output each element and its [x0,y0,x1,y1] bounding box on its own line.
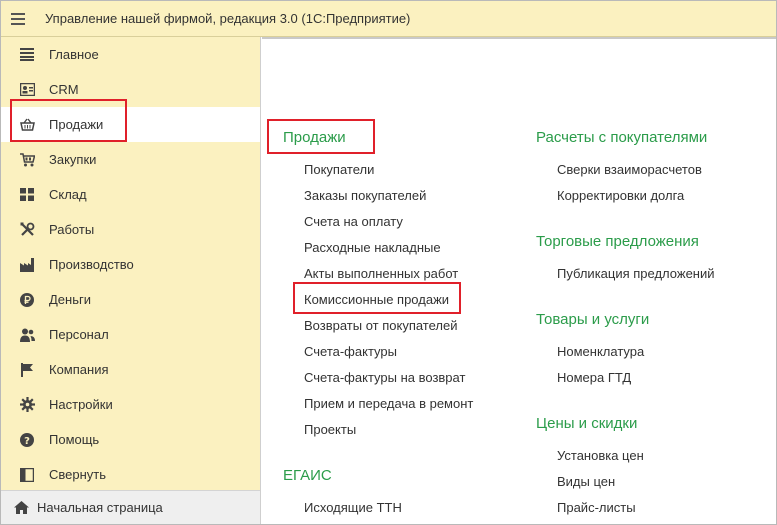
contact-card-icon [19,82,35,98]
sidebar-item-personnel[interactable]: Персонал [1,317,260,352]
section-title-settlements: Расчеты с покупателями [536,129,708,146]
link-gtd-numbers[interactable]: Номера ГТД [557,370,631,385]
cart-icon [19,152,35,168]
sidebar-item-label: CRM [49,82,79,97]
sidebar-item-label: Склад [49,187,87,202]
home-page-button[interactable]: Начальная страница [1,490,260,524]
sidebar-item-label: Закупки [49,152,97,167]
gear-icon [19,397,35,413]
sidebar-item-company[interactable]: Компания [1,352,260,387]
sidebar-item-collapse[interactable]: Свернуть [1,457,260,492]
title-bar: Управление нашей фирмой, редакция 3.0 (1… [1,1,776,37]
link-return-tax-invoices[interactable]: Счета-фактуры на возврат [304,370,465,385]
collapse-icon [19,467,35,483]
link-customers[interactable]: Покупатели [304,162,374,177]
link-price-lists[interactable]: Прайс-листы [557,500,636,515]
link-price-types[interactable]: Виды цен [557,474,615,489]
sidebar-item-label: Работы [49,222,95,237]
sidebar-item-production[interactable]: Производство [1,247,260,282]
sidebar-item-label: Продажи [49,117,104,132]
warehouse-grid-icon [19,187,35,203]
sidebar: Главное CRM Продажи Закупки Склад Работы [1,37,260,490]
window-title: Управление нашей фирмой, редакция 3.0 (1… [45,11,411,26]
section-title-egais: ЕГАИС [283,467,332,484]
main-top-divider [262,37,776,39]
section-title-goods: Товары и услуги [536,311,650,328]
link-outgoing-ttn[interactable]: Исходящие ТТН [304,500,402,515]
sidebar-item-purchases[interactable]: Закупки [1,142,260,177]
hamburger-icon[interactable] [11,12,25,25]
factory-icon [19,257,35,273]
sidebar-item-works[interactable]: Работы [1,212,260,247]
link-customer-orders[interactable]: Заказы покупателей [304,188,426,203]
link-tax-invoices[interactable]: Счета-фактуры [304,344,397,359]
sidebar-item-label: Производство [49,257,134,272]
section-title-offers: Торговые предложения [536,233,699,250]
link-projects[interactable]: Проекты [304,422,356,437]
sidebar-item-settings[interactable]: Настройки [1,387,260,422]
section-title-prices: Цены и скидки [536,415,638,432]
basket-icon [19,117,35,133]
link-work-acts[interactable]: Акты выполненных работ [304,266,458,281]
link-offer-publication[interactable]: Публикация предложений [557,266,715,281]
link-nomenclature[interactable]: Номенклатура [557,344,644,359]
link-sales-invoices[interactable]: Расходные накладные [304,240,441,255]
list-icon [19,47,35,63]
link-set-prices[interactable]: Установка цен [557,448,644,463]
section-title-sales: Продажи [283,129,346,146]
sidebar-item-main[interactable]: Главное [1,37,260,72]
tools-icon [19,222,35,238]
sidebar-item-money[interactable]: Деньги [1,282,260,317]
ruble-coin-icon [19,292,35,308]
sidebar-item-label: Компания [49,362,109,377]
sidebar-item-label: Свернуть [49,467,107,482]
svg-text:?: ? [24,436,30,447]
link-invoices[interactable]: Счета на оплату [304,214,403,229]
sidebar-item-label: Персонал [49,327,109,342]
link-debt-adjustments[interactable]: Корректировки долга [557,188,684,203]
sidebar-item-label: Настройки [49,397,113,412]
sidebar-item-help[interactable]: ? Помощь [1,422,260,457]
sidebar-item-label: Помощь [49,432,100,447]
sidebar-item-warehouse[interactable]: Склад [1,177,260,212]
link-commission-sales[interactable]: Комиссионные продажи [304,292,449,307]
help-icon: ? [19,432,35,448]
sidebar-item-crm[interactable]: CRM [1,72,260,107]
sidebar-item-label: Деньги [49,292,91,307]
sidebar-item-label: Главное [49,47,99,62]
home-page-label: Начальная страница [37,500,163,515]
link-customer-returns[interactable]: Возвраты от покупателей [304,318,458,333]
people-icon [19,327,35,343]
home-icon [13,500,29,516]
link-reconciliations[interactable]: Сверки взаиморасчетов [557,162,702,177]
link-repair-transfer[interactable]: Прием и передача в ремонт [304,396,473,411]
flag-icon [19,362,35,378]
sidebar-item-sales[interactable]: Продажи [1,107,260,142]
